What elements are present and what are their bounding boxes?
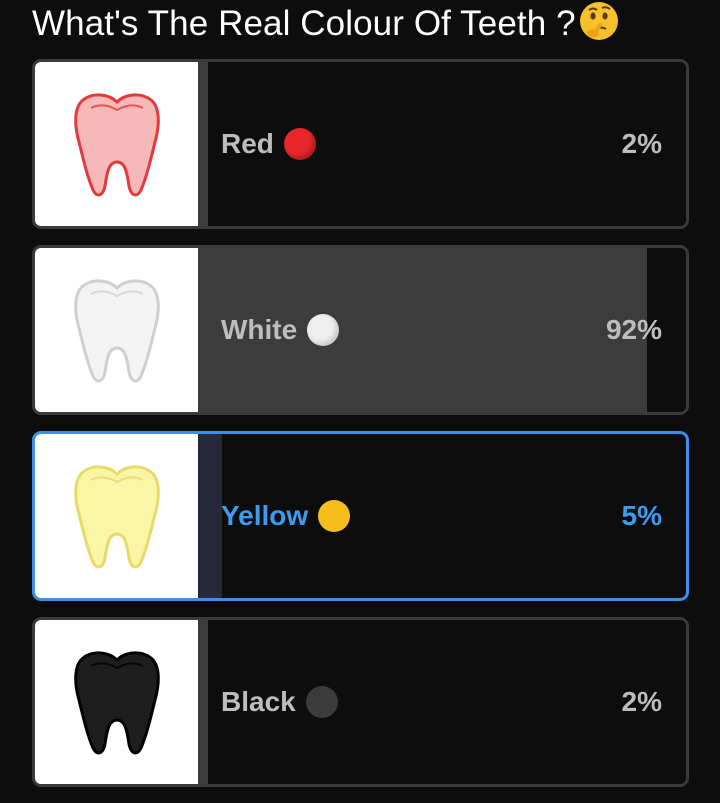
poll-options: Red 2% White 92% Yellow 5% Black 2% <box>32 59 689 803</box>
poll-option-white[interactable]: White 92% <box>32 245 689 415</box>
poll-option-red[interactable]: Red 2% <box>32 59 689 229</box>
result-bar <box>198 62 208 226</box>
option-percent: 92% <box>605 314 662 345</box>
tooth-white-image <box>35 248 198 412</box>
result-bar <box>198 434 222 598</box>
tooth-icon <box>73 651 160 755</box>
option-label: Black <box>221 620 338 784</box>
thinking-face-icon <box>579 2 618 40</box>
poll-option-black[interactable]: Black 2% <box>32 617 689 787</box>
option-label-text: Red <box>221 128 274 159</box>
tooth-icon <box>73 93 160 197</box>
option-label-text: Yellow <box>221 500 309 531</box>
result-bar <box>198 620 208 784</box>
option-label-text: Black <box>221 686 296 717</box>
yellow-circle-icon <box>318 500 351 532</box>
tooth-icon <box>73 279 160 383</box>
tooth-icon <box>73 465 160 569</box>
poll-question: What's The Real Colour Of Teeth ? <box>32 0 620 44</box>
black-circle-icon <box>305 686 338 718</box>
red-circle-icon <box>283 128 316 160</box>
option-label: Red <box>221 62 316 226</box>
tooth-black-image <box>35 620 198 784</box>
tooth-yellow-image <box>35 434 198 598</box>
white-circle-icon <box>307 314 340 346</box>
option-label-text: White <box>221 314 298 345</box>
option-percent: 2% <box>621 128 662 159</box>
poll-option-yellow[interactable]: Yellow 5% <box>32 431 689 601</box>
tooth-red-image <box>35 62 198 226</box>
option-percent: 2% <box>621 686 662 717</box>
option-percent: 5% <box>621 500 662 531</box>
option-label: Yellow <box>221 434 351 598</box>
option-label: White <box>221 248 340 412</box>
poll-question-text: What's The Real Colour Of Teeth ? <box>32 4 576 43</box>
